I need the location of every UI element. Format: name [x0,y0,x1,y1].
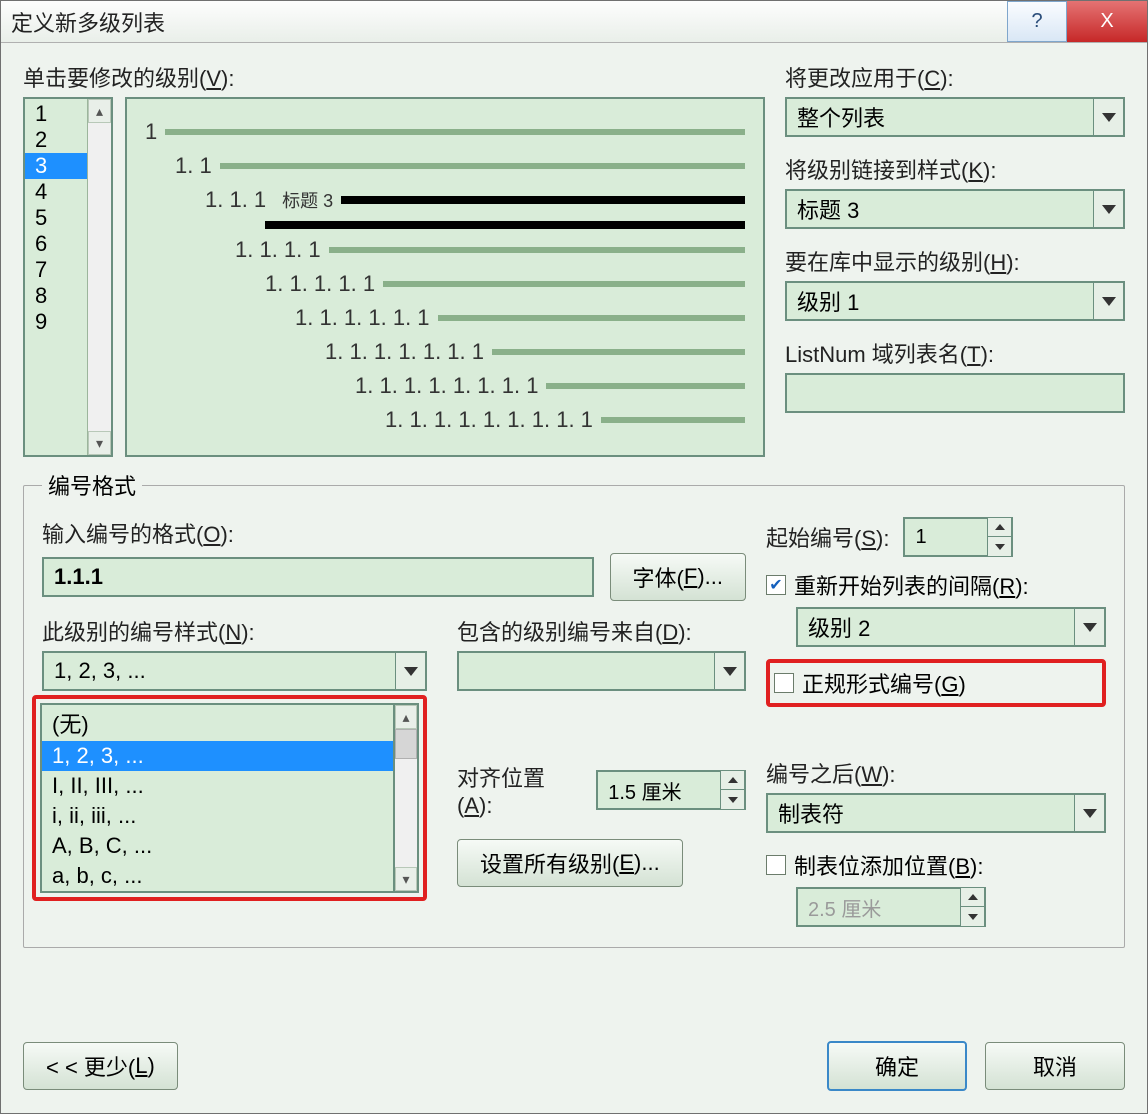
scroll-up-icon[interactable]: ▴ [88,99,111,123]
restart-checkbox[interactable]: ✔ 重新开始列表的间隔(R): [766,569,1106,601]
preview-row: 1. 1. 1. 1. 1. 1. 1. 1. 1 [145,407,745,433]
start-at-label: 起始编号(S): [766,521,889,553]
tab-pos-spinner: 2.5 厘米 [796,887,986,927]
preview-row: 1. 1 [145,153,745,179]
dialog-title: 定义新多级列表 [11,6,165,38]
number-format-legend: 编号格式 [42,469,142,501]
link-style-combo[interactable]: 标题 3 [785,189,1125,229]
preview-row: 1. 1. 1. 1. 1. 1. 1. 1 [145,373,745,399]
dialog-window: 定义新多级列表 ? X 单击要修改的级别(V): 123456789 ▴ ▾ [0,0,1148,1114]
spin-up-icon[interactable] [720,771,744,790]
scroll-down-icon[interactable]: ▾ [395,867,417,891]
checkbox-icon: ✔ [766,575,786,595]
start-at-spinner[interactable]: 1 [903,517,1013,557]
dropdown-option[interactable]: a, b, c, ... [42,861,393,891]
preview-row: 1. 1. 1标题 3 [145,187,745,213]
scroll-down-icon[interactable]: ▾ [88,431,111,455]
number-format-group: 编号格式 输入编号的格式(O): 1.1.1 字体(F)... 此级别的编号样式… [23,469,1125,948]
level-item[interactable]: 5 [25,205,87,231]
align-at-spinner[interactable]: 1.5 厘米 [596,770,746,810]
preview-pane: 1 1. 1 1. 1. 1标题 3 1. 1. 1. 1 1. 1. 1. 1. 1 1… [125,97,765,457]
set-all-levels-button[interactable]: 设置所有级别(E)... [457,839,683,887]
dropdown-option[interactable]: 1, 2, 3, ... [42,741,393,771]
tab-add-checkbox[interactable]: 制表位添加位置(B): [766,849,1106,881]
include-from-combo[interactable] [457,651,746,691]
dropdown-option[interactable]: A, B, C, ... [42,831,393,861]
click-level-label: 单击要修改的级别(V): [23,61,765,93]
align-at-label: 对齐位置(A): [457,761,580,819]
preview-row: 1. 1. 1. 1 [145,237,745,263]
scroll-up-icon[interactable]: ▴ [395,705,417,729]
font-button[interactable]: 字体(F)... [610,553,746,601]
include-from-label: 包含的级别编号来自(D): [457,615,746,647]
apply-to-label: 将更改应用于(C): [785,61,1125,93]
dropdown-option[interactable]: (无) [42,705,393,741]
link-style-label: 将级别链接到样式(K): [785,153,1125,185]
chevron-down-icon[interactable] [1093,191,1123,227]
ok-button[interactable]: 确定 [827,1041,967,1091]
level-item[interactable]: 9 [25,309,87,335]
listnum-input[interactable] [785,373,1125,413]
preview-row: 1 [145,119,745,145]
spin-down-icon[interactable] [720,790,744,809]
spin-up-icon [960,888,984,907]
less-button[interactable]: < < 更少(L) [23,1042,178,1090]
level-item[interactable]: 4 [25,179,87,205]
spin-down-icon [960,907,984,926]
show-level-label: 要在库中显示的级别(H): [785,245,1125,277]
enter-format-label: 输入编号的格式(O): [42,517,746,549]
restart-level-combo[interactable]: 级别 2 [796,607,1106,647]
checkbox-icon [766,855,786,875]
num-style-dropdown-list[interactable]: (无)1, 2, 3, ...I, II, III, ...i, ii, iii… [40,703,395,893]
follow-label: 编号之后(W): [766,757,1106,789]
num-style-label: 此级别的编号样式(N): [42,615,427,647]
chevron-down-icon[interactable] [1093,99,1123,135]
follow-combo[interactable]: 制表符 [766,793,1106,833]
chevron-down-icon[interactable] [1093,283,1123,319]
level-item[interactable]: 3 [25,153,87,179]
dropdown-option[interactable]: i, ii, iii, ... [42,801,393,831]
chevron-down-icon[interactable] [714,653,744,689]
dropdown-option[interactable]: I, II, III, ... [42,771,393,801]
dialog-button-bar: < < 更少(L) 确定 取消 [1,1025,1147,1113]
chevron-down-icon[interactable] [1074,609,1104,645]
scroll-thumb[interactable] [395,729,417,759]
close-button[interactable]: X [1067,1,1147,42]
legal-checkbox[interactable]: 正规形式编号(G) [774,667,1098,699]
chevron-down-icon[interactable] [395,653,425,689]
preview-row: 1. 1. 1. 1. 1. 1 [145,305,745,331]
spin-down-icon[interactable] [987,537,1011,556]
level-listbox[interactable]: 123456789 ▴ ▾ [23,97,113,457]
level-list-scrollbar[interactable]: ▴ ▾ [87,99,111,455]
level-item[interactable]: 7 [25,257,87,283]
help-button[interactable]: ? [1007,1,1067,42]
preview-row: 1. 1. 1. 1. 1. 1. 1 [145,339,745,365]
listnum-label: ListNum 域列表名(T): [785,337,1125,369]
level-item[interactable]: 1 [25,101,87,127]
num-style-combo[interactable]: 1, 2, 3, ... [42,651,427,691]
titlebar: 定义新多级列表 ? X [1,1,1147,43]
dropdown-scrollbar[interactable]: ▴ ▾ [395,703,419,893]
level-item[interactable]: 8 [25,283,87,309]
spin-up-icon[interactable] [987,518,1011,537]
checkbox-icon [774,673,794,693]
show-level-combo[interactable]: 级别 1 [785,281,1125,321]
level-item[interactable]: 2 [25,127,87,153]
preview-row [145,221,745,229]
apply-to-combo[interactable]: 整个列表 [785,97,1125,137]
number-format-input[interactable]: 1.1.1 [42,557,594,597]
level-item[interactable]: 6 [25,231,87,257]
preview-row: 1. 1. 1. 1. 1 [145,271,745,297]
chevron-down-icon[interactable] [1074,795,1104,831]
cancel-button[interactable]: 取消 [985,1042,1125,1090]
